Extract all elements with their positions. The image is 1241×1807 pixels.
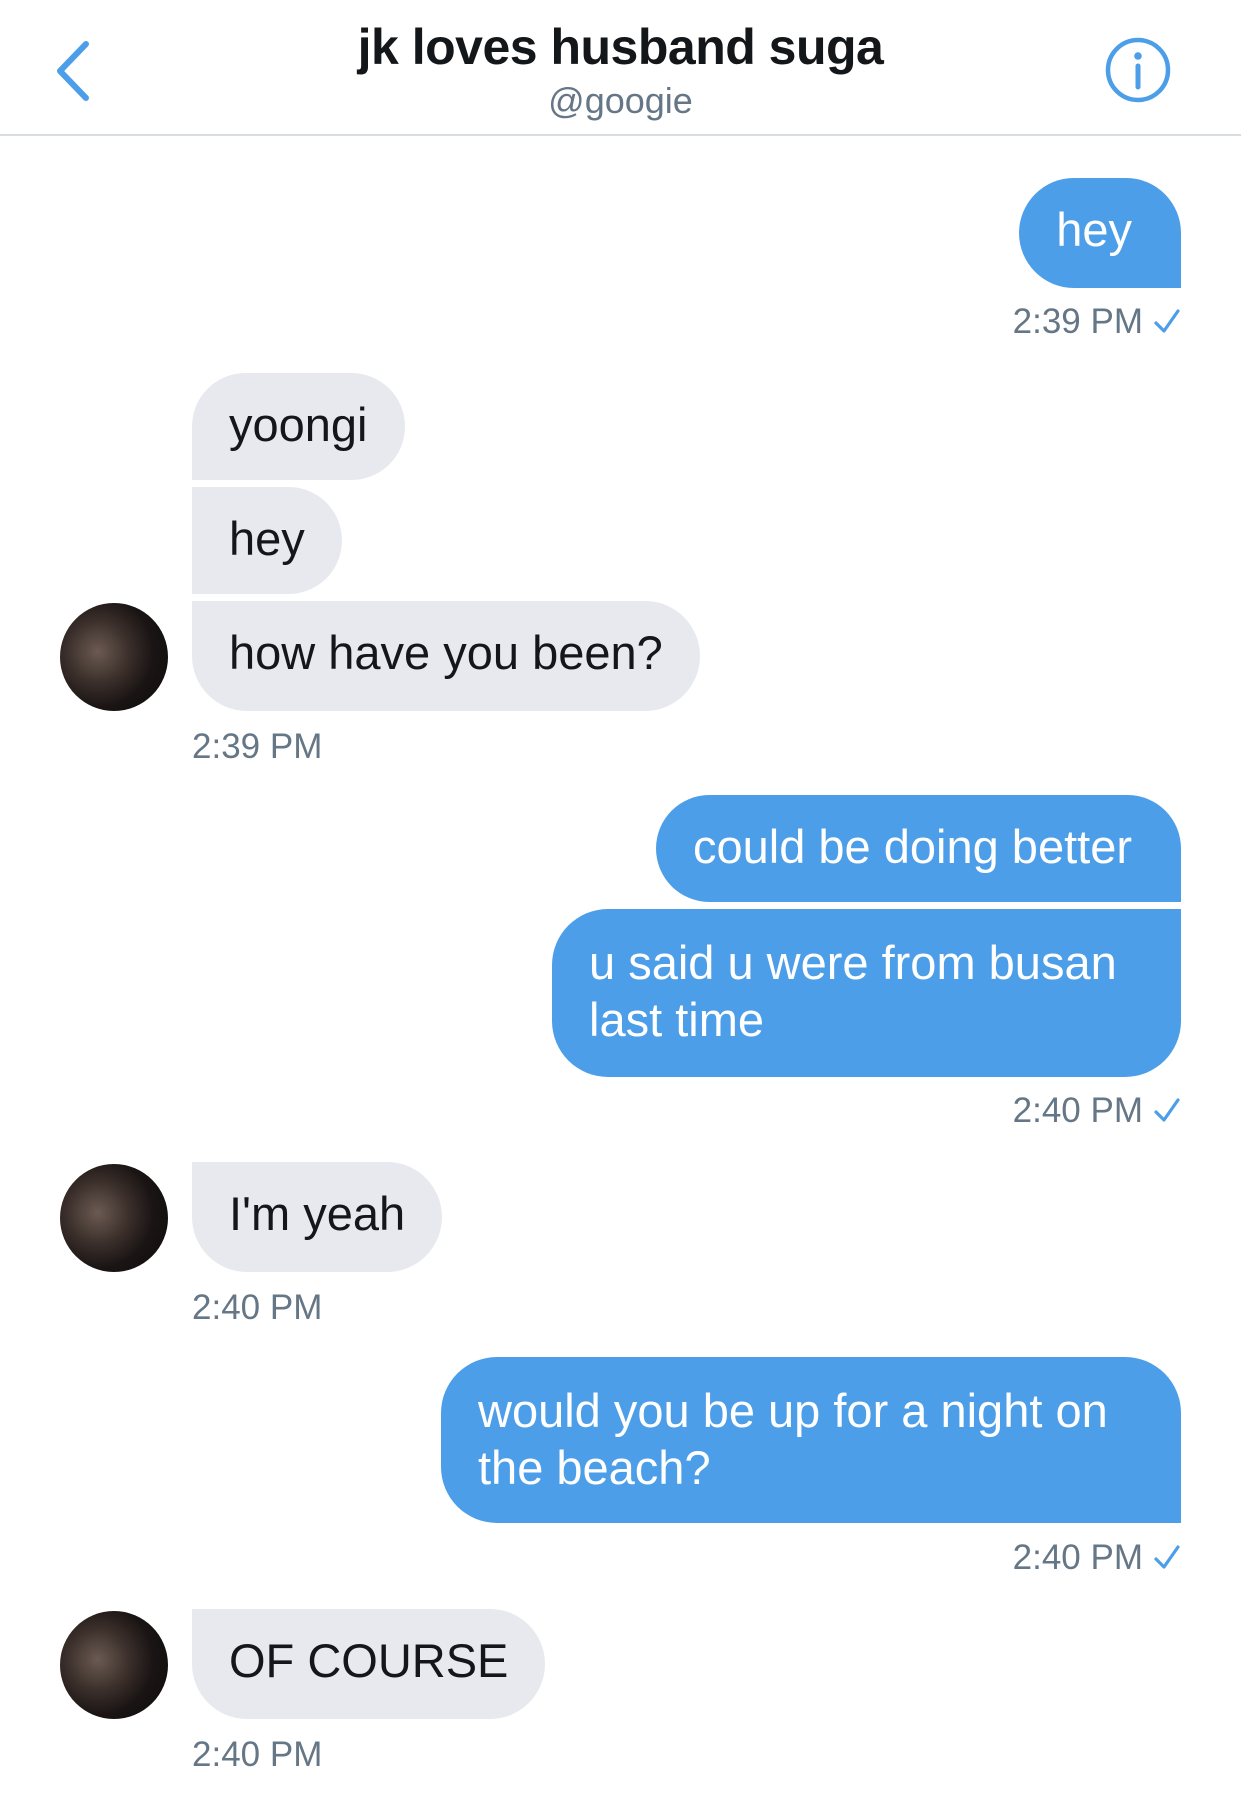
outgoing-message-bubble[interactable]: u said u were from busan last time — [552, 909, 1181, 1077]
contact-avatar[interactable] — [60, 1611, 168, 1719]
outgoing-message-bubble[interactable]: hey — [1019, 178, 1181, 288]
contact-avatar[interactable] — [60, 1164, 168, 1272]
incoming-message-bubble[interactable]: yoongi — [192, 373, 405, 480]
message-timestamp: 2:40 PM — [192, 1735, 323, 1774]
message-timestamp: 2:39 PM — [1013, 302, 1181, 342]
timestamp-text: 2:40 PM — [1012, 1091, 1143, 1130]
message-timestamp: 2:39 PM — [192, 727, 323, 766]
info-button[interactable] — [1104, 36, 1172, 104]
incoming-message-bubble[interactable]: hey — [192, 487, 342, 594]
message-timestamp: 2:40 PM — [192, 1288, 323, 1327]
message-timestamp: 2:40 PM — [1013, 1538, 1181, 1578]
incoming-message-bubble[interactable]: I'm yeah — [192, 1162, 443, 1272]
conversation-handle: @googie — [548, 80, 693, 121]
conversation-header: jk loves husband suga @googie — [0, 0, 1241, 136]
incoming-message-bubble[interactable]: OF COURSE — [192, 1609, 546, 1719]
sent-check-icon — [1154, 1545, 1180, 1569]
incoming-message-bubble[interactable]: how have you been? — [192, 601, 700, 711]
conversation-title[interactable]: jk loves husband suga — [0, 18, 1241, 76]
sent-check-icon — [1154, 1098, 1180, 1122]
contact-avatar[interactable] — [60, 603, 168, 711]
outgoing-message-bubble[interactable]: could be doing better — [656, 795, 1181, 902]
sent-check-icon — [1154, 309, 1180, 333]
info-icon — [1105, 37, 1171, 103]
timestamp-text: 2:39 PM — [1012, 302, 1143, 341]
outgoing-message-bubble[interactable]: would you be up for a night on the beach… — [441, 1357, 1181, 1523]
message-timestamp: 2:40 PM — [1013, 1091, 1181, 1131]
timestamp-text: 2:40 PM — [1012, 1538, 1143, 1577]
